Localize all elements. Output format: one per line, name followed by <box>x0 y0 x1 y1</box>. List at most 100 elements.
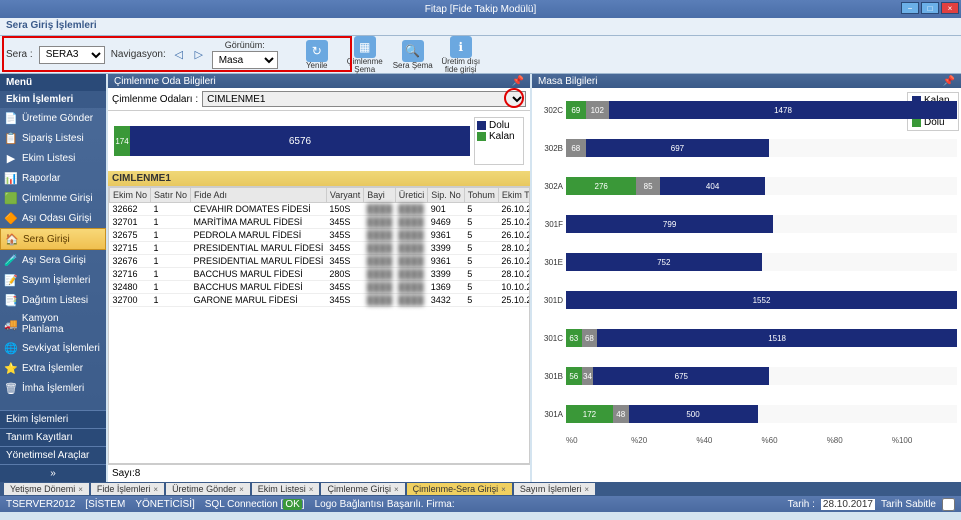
close-button[interactable]: × <box>941 2 959 14</box>
table-row[interactable]: 327001GARONE MARUL FİDESİ345S████████343… <box>110 294 531 307</box>
masa-segment: 752 <box>566 253 762 271</box>
tab-close-icon[interactable]: × <box>501 485 506 494</box>
column-header[interactable]: Bayi <box>364 188 396 203</box>
bottom-tanim[interactable]: Tanım Kayıtları <box>0 428 106 446</box>
maximize-button[interactable]: □ <box>921 2 939 14</box>
tab-close-icon[interactable]: × <box>309 485 314 494</box>
bottom-tab[interactable]: Çimlenme-Sera Girişi× <box>407 483 512 495</box>
sidebar-item[interactable]: 🔶Aşı Odası Girişi <box>0 208 106 228</box>
masa-segment: 48 <box>613 405 629 423</box>
sidebar-item[interactable]: 📋Sipariş Listesi <box>0 128 106 148</box>
sidebar-item[interactable]: 📝Sayım İşlemleri <box>0 270 106 290</box>
bottom-tab[interactable]: Ekim Listesi× <box>252 483 320 495</box>
app-title: Fitap [Fide Takip Modülü] <box>425 4 537 15</box>
xaxis-tick: %20 <box>631 436 696 445</box>
sabitle-checkbox[interactable] <box>942 498 955 511</box>
masa-row: 301C63681518 <box>536 322 957 354</box>
status-yonetici: YÖNETİCİSİ] <box>135 499 194 510</box>
yenile-button[interactable]: ↻ Yenile <box>296 40 338 70</box>
bottom-tab[interactable]: Çimlenme Girişi× <box>321 483 404 495</box>
bottom-tab[interactable]: Fide İşlemleri× <box>91 483 164 495</box>
sidebar-item-icon: 📄 <box>4 111 18 125</box>
sidebar-item[interactable]: 📑Dağıtım Listesi <box>0 290 106 310</box>
sidebar-item-icon: 📝 <box>4 273 18 287</box>
masa-bar: 17248500 <box>566 405 957 423</box>
nav-next-icon[interactable]: ▷ <box>192 48 206 62</box>
toolbar: Sera : SERA3 Navigasyon: ◁ ▷ Görünüm: Ma… <box>0 36 961 74</box>
table-wrap[interactable]: Ekim NoSatır NoFide AdıVaryantBayiÜretic… <box>108 186 530 464</box>
bottom-tab[interactable]: Sayım İşlemleri× <box>514 483 595 495</box>
masa-segment: 675 <box>593 367 769 385</box>
sidebar-item[interactable]: 📊Raporlar <box>0 168 106 188</box>
menu-header[interactable]: Menü <box>0 74 106 91</box>
sidebar-item[interactable]: 🏠Sera Girişi <box>0 228 106 250</box>
gorunum-select[interactable]: Masa <box>212 51 278 69</box>
sidebar-item-icon: 🧪 <box>4 253 18 267</box>
table-row[interactable]: 326621CEVAHIR DOMATES FİDESİ150S████████… <box>110 203 531 216</box>
sera-sema-button[interactable]: 🔍 Sera Şema <box>392 40 434 70</box>
sidebar-item[interactable]: 🧪 Aşı Sera Girişi <box>0 250 106 270</box>
chart-bar-wrap: 174 6576 <box>114 117 470 165</box>
sidebar-item-label: Aşı Sera Girişi <box>22 255 86 266</box>
panel-pin-icon[interactable]: 📌 <box>943 76 955 87</box>
main-area: Menü Ekim İşlemleri 📄 Üretime Gönder 📋Sipa… <box>0 74 961 482</box>
column-header[interactable]: Sip. No <box>428 188 465 203</box>
table-row[interactable]: 326751PEDROLA MARUL FİDESİ345S████████93… <box>110 229 531 242</box>
odalar-select[interactable]: CIMLENME1 <box>202 91 526 107</box>
tab-close-icon[interactable]: × <box>239 485 244 494</box>
column-header[interactable]: Varyant <box>326 188 363 203</box>
masa-segment: 1552 <box>566 291 957 309</box>
column-header[interactable]: Ekim Tarihi <box>498 188 530 203</box>
tab-close-icon[interactable]: × <box>584 485 589 494</box>
sidebar-item[interactable]: 📄 Üretime Gönder <box>0 108 106 128</box>
uretim-disi-button[interactable]: ℹ Üretim dışı fide girişi <box>440 36 482 74</box>
column-header[interactable]: Fide Adı <box>191 188 327 203</box>
table-row[interactable]: 327161BACCHUS MARUL FİDESİ280S████████33… <box>110 268 531 281</box>
nav-prev-icon[interactable]: ◁ <box>172 48 186 62</box>
status-server: TSERVER2012 <box>6 499 75 510</box>
sidebar-item[interactable]: ⭐Extra İşlemler <box>0 358 106 378</box>
masa-xaxis: %0%20%40%60%80%100 <box>536 436 957 445</box>
sidebar-item-label: Üretime Gönder <box>22 113 93 124</box>
sidebar-item[interactable]: ▶Ekim Listesi <box>0 148 106 168</box>
table-row[interactable]: 327011MARİTİMA MARUL FİDESİ345S████████9… <box>110 216 531 229</box>
ekim-header[interactable]: Ekim İşlemleri <box>0 91 106 108</box>
column-header[interactable]: Ekim No <box>110 188 151 203</box>
tarih-value[interactable]: 28.10.2017 <box>821 499 875 510</box>
cimlenme-panel-title: Çimlenme Oda Bilgileri <box>114 76 216 87</box>
cimlenme-sema-button[interactable]: ▦ Çimlenme Şema <box>344 36 386 74</box>
masa-row: 302B68697 <box>536 132 957 164</box>
masa-label: 301A <box>536 410 566 419</box>
sidebar-item[interactable]: 🌐Sevkiyat İşlemleri <box>0 338 106 358</box>
bottom-tab[interactable]: Üretime Gönder× <box>166 483 250 495</box>
bottom-yonetim[interactable]: Yönetimsel Araçlar <box>0 446 106 464</box>
bottom-tab[interactable]: Yetişme Dönemi× <box>4 483 89 495</box>
panel-pin-icon[interactable]: 📌 <box>512 76 524 87</box>
minimize-button[interactable]: − <box>901 2 919 14</box>
window-controls: − □ × <box>901 2 959 14</box>
column-header[interactable]: Tohum <box>464 188 498 203</box>
sidebar-item[interactable]: 🚚Kamyon Planlama <box>0 310 106 338</box>
tab-close-icon[interactable]: × <box>78 485 83 494</box>
table-row[interactable]: 324801BACCHUS MARUL FİDESİ345S████████13… <box>110 281 531 294</box>
tab-close-icon[interactable]: × <box>153 485 158 494</box>
table-row[interactable]: 326761PRESIDENTIAL MARUL FİDESİ345S█████… <box>110 255 531 268</box>
masa-bar: 799 <box>566 215 957 233</box>
sera-label: Sera : <box>6 49 33 60</box>
sera-select[interactable]: SERA3 <box>39 46 105 64</box>
masa-label: 301C <box>536 334 566 343</box>
oda-row: Çimlenme Odaları : CIMLENME1 <box>108 88 530 111</box>
bottom-ekim[interactable]: Ekim İşlemleri <box>0 410 106 428</box>
column-header[interactable]: Üretici <box>395 188 428 203</box>
refresh-icon: ↻ <box>306 40 328 62</box>
column-header[interactable]: Satır No <box>151 188 191 203</box>
table-row[interactable]: 327151PRESIDENTIAL MARUL FİDESİ345S█████… <box>110 242 531 255</box>
sidebar-item[interactable]: 🗑İmha İşlemleri <box>0 378 106 398</box>
sidebar-item[interactable]: 🟩Çimlenme Girişi <box>0 188 106 208</box>
status-logo: Logo Bağlantısı Başarılı. Firma: <box>315 499 455 510</box>
bottom-expand-icon[interactable]: » <box>0 464 106 482</box>
masa-chart: Kalan Boşluk Dolu 302C691021478302B68697… <box>532 88 961 482</box>
masa-segment: 63 <box>566 329 582 347</box>
tab-close-icon[interactable]: × <box>394 485 399 494</box>
xaxis-tick: %80 <box>827 436 892 445</box>
